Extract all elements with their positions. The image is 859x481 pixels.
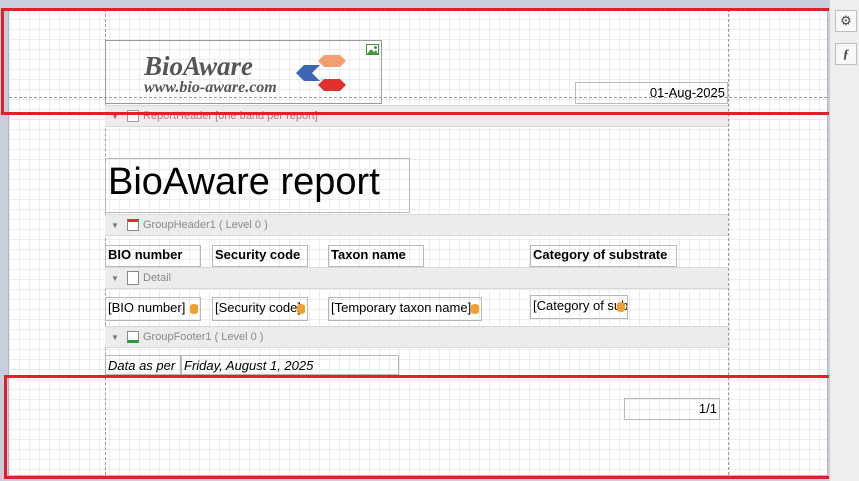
report-title[interactable]: BioAware report	[105, 158, 410, 213]
gear-icon[interactable]: ⚙	[835, 10, 857, 32]
column-header-taxon-name[interactable]: Taxon name	[328, 245, 424, 267]
data-as-per-label[interactable]: Data as per	[105, 355, 181, 375]
field-category-of-substrate[interactable]: [Category of substrate]	[530, 295, 628, 319]
field-text: [Security code]	[215, 300, 301, 315]
group-footer-band-icon	[127, 331, 139, 343]
band-group-header[interactable]: ▼ GroupHeader1 ( Level 0 )	[105, 214, 728, 236]
function-icon[interactable]: ƒ	[835, 43, 857, 65]
band-group-footer[interactable]: ▼ GroupFooter1 ( Level 0 )	[105, 326, 728, 348]
detail-band-icon	[127, 271, 139, 285]
database-icon	[617, 302, 625, 312]
field-text: [BIO number]	[108, 300, 186, 315]
database-icon	[297, 304, 305, 314]
column-header-security-code[interactable]: Security code	[212, 245, 308, 267]
column-header-category-of-substrate[interactable]: Category of substrate	[530, 245, 677, 267]
side-toolbar: ⚙ ƒ	[829, 0, 859, 481]
band-detail[interactable]: ▼ Detail	[105, 267, 728, 289]
database-icon	[471, 304, 479, 314]
band-label: GroupFooter1 ( Level 0 )	[143, 331, 264, 343]
collapse-arrow-icon[interactable]: ▼	[111, 333, 121, 342]
page-footer-highlight	[4, 375, 836, 479]
column-header-bio-number[interactable]: BIO number	[105, 245, 201, 267]
collapse-arrow-icon[interactable]: ▼	[111, 221, 121, 230]
field-taxon-name[interactable]: [Temporary taxon name]	[328, 297, 482, 321]
database-icon	[190, 304, 198, 314]
field-text: [Category of substrate]	[533, 298, 627, 313]
group-footer-date[interactable]: Friday, August 1, 2025	[181, 355, 399, 375]
band-label: Detail	[143, 272, 172, 284]
group-header-band-icon	[127, 219, 139, 231]
page-header-highlight	[1, 8, 836, 115]
report-title-text: BioAware report	[108, 161, 380, 203]
collapse-arrow-icon[interactable]: ▼	[111, 274, 121, 283]
field-security-code[interactable]: [Security code]	[212, 297, 308, 321]
band-label: GroupHeader1 ( Level 0 )	[143, 219, 268, 231]
field-bio-number[interactable]: [BIO number]	[105, 297, 201, 321]
field-text: [Temporary taxon name]	[331, 300, 472, 315]
